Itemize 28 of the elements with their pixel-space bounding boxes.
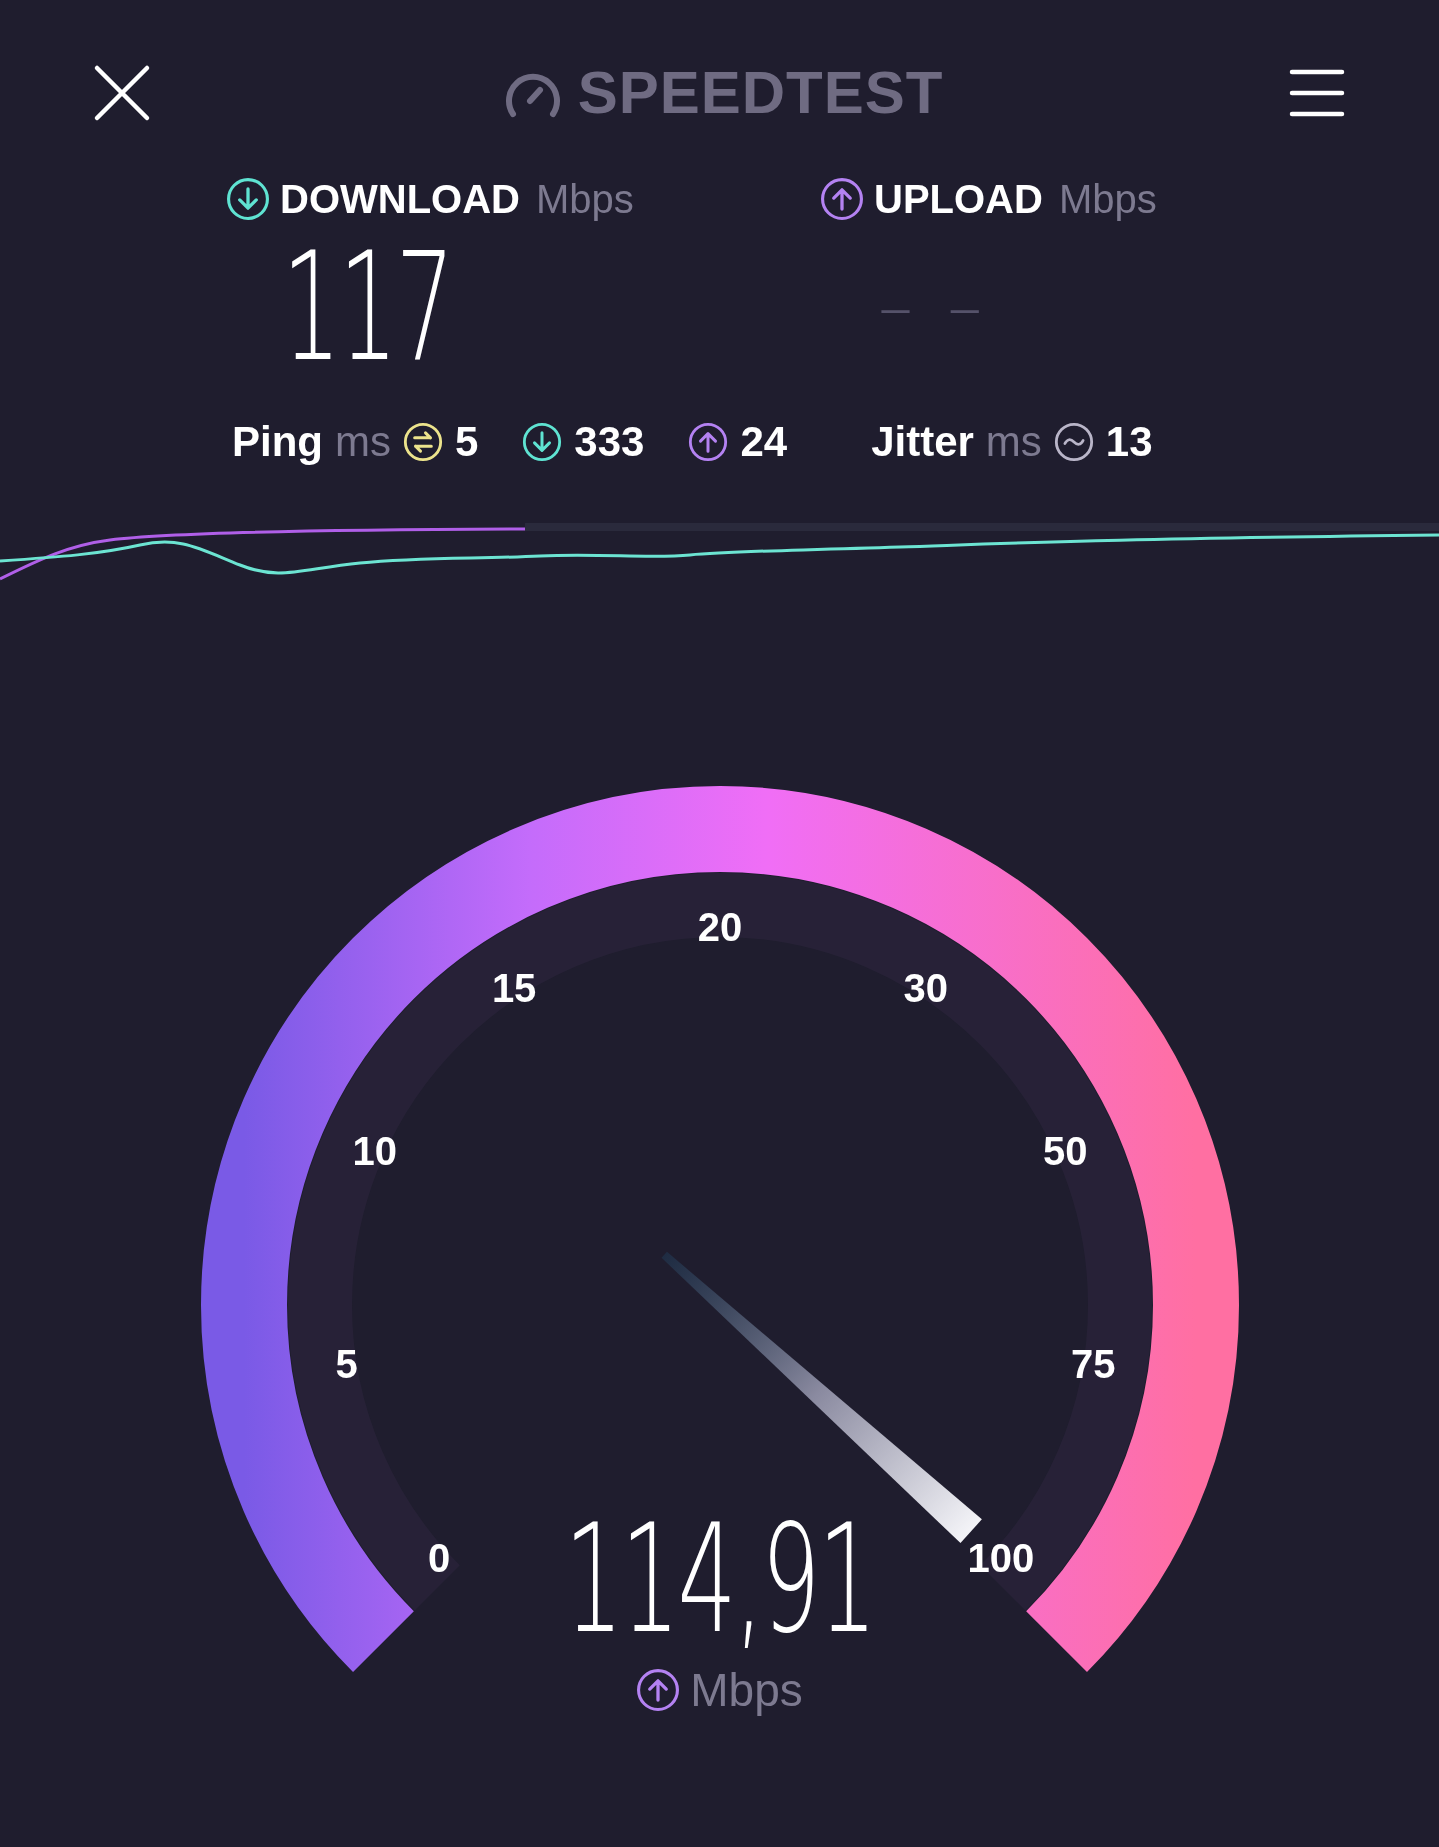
- unit-label: ms: [335, 418, 391, 466]
- stat-value: 333: [574, 418, 645, 466]
- scale-label: 50: [1043, 1129, 1088, 1174]
- scale-label: 15: [491, 966, 537, 1010]
- unit-label: ms: [985, 418, 1042, 466]
- result-label: UPLOAD: [874, 176, 1043, 222]
- result-value: 117: [282, 227, 454, 387]
- stat-label: Ping: [232, 418, 323, 466]
- unit-label: Mbps: [690, 1663, 803, 1717]
- stat-value: 13: [1105, 418, 1153, 466]
- scale-label: 75: [1071, 1342, 1116, 1387]
- scale-label: 20: [697, 905, 743, 949]
- scale-label: 10: [352, 1129, 397, 1174]
- jitter-wave-icon: [1053, 422, 1094, 462]
- result-value: – –: [878, 265, 990, 350]
- stat-value: 5: [455, 418, 479, 466]
- scale-label: 0: [427, 1535, 451, 1580]
- scale-label: 100: [967, 1535, 1035, 1580]
- stat-label: Jitter: [871, 418, 974, 466]
- ping-arrows-icon: [403, 422, 443, 462]
- speed-reading: 114,91: [564, 1499, 875, 1659]
- result-label: DOWNLOAD: [280, 176, 520, 222]
- unit-label: Mbps: [1058, 176, 1157, 222]
- app-title: SPEEDTEST: [577, 58, 944, 127]
- scale-label: 5: [335, 1342, 358, 1387]
- unit-label: Mbps: [535, 176, 634, 222]
- scale-label: 30: [903, 966, 949, 1010]
- stat-value: 24: [740, 418, 788, 466]
